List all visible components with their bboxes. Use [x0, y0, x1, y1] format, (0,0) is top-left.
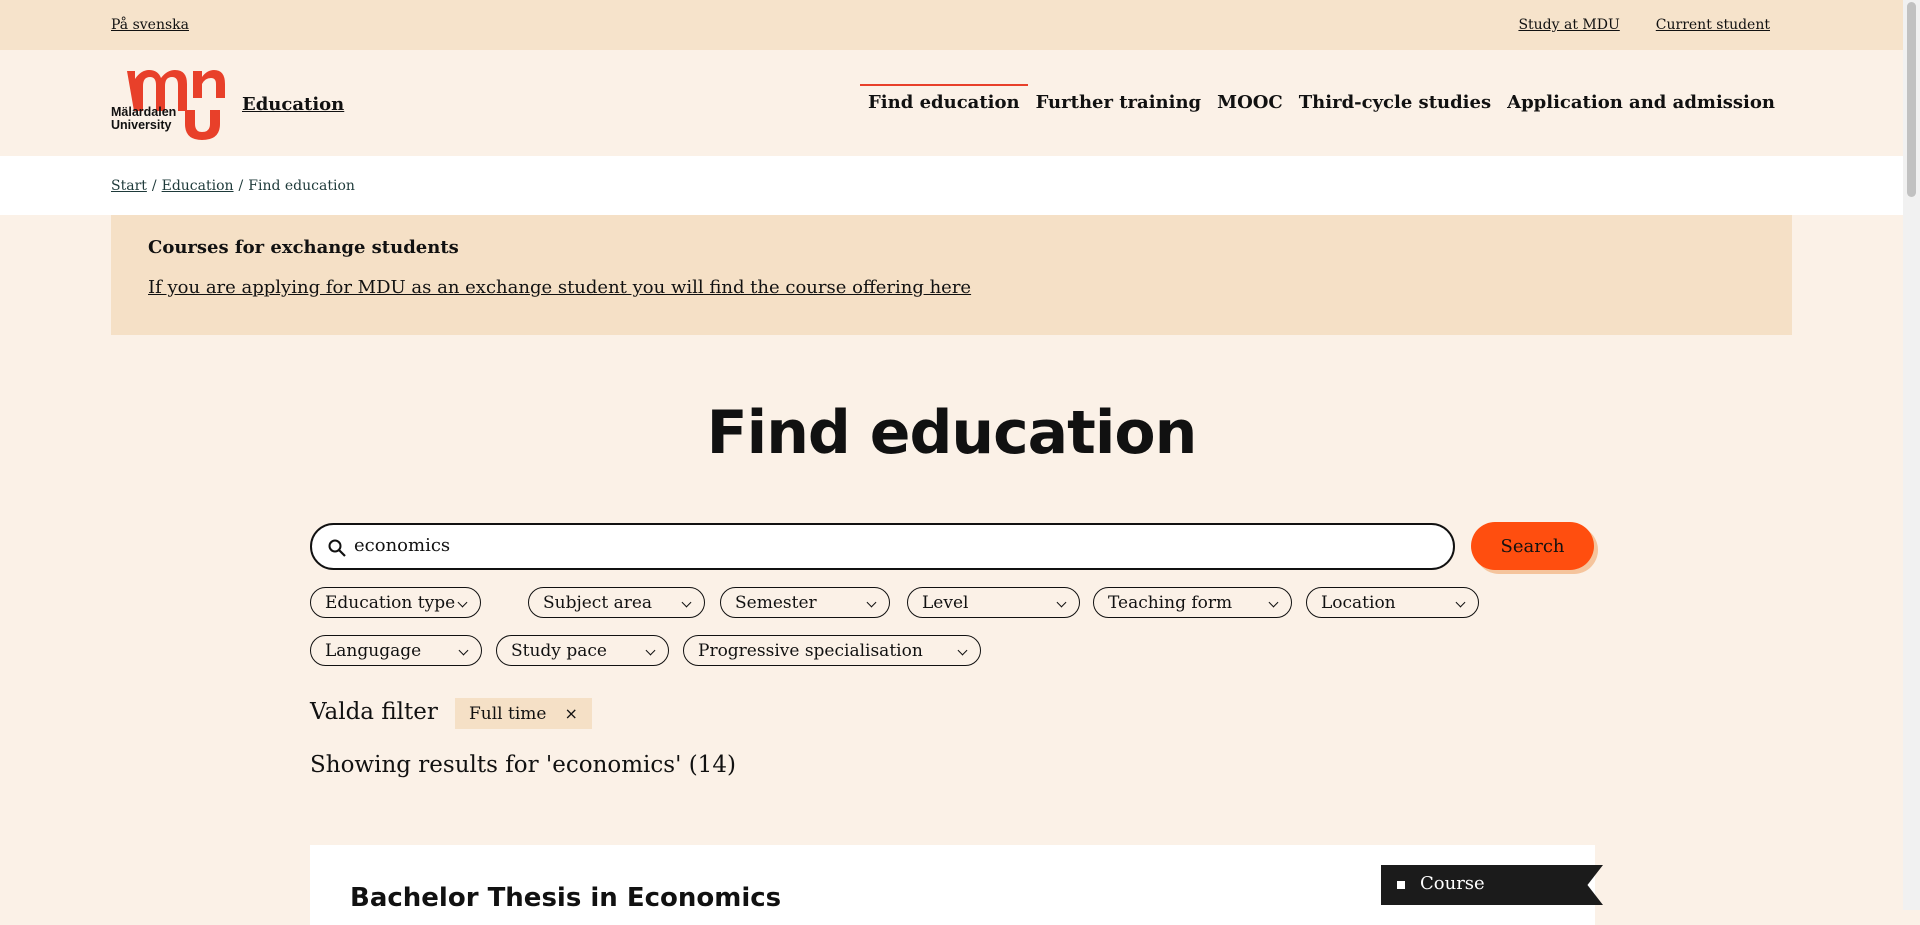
- result-type-badge: Course: [1381, 865, 1603, 905]
- nav-further-training[interactable]: Further training: [1028, 84, 1210, 120]
- filter-level[interactable]: Level: [907, 587, 1080, 618]
- search-input[interactable]: [354, 535, 1434, 556]
- chip-label: Full time: [469, 703, 547, 724]
- education-section-link[interactable]: Education: [242, 94, 344, 115]
- search-icon: [328, 539, 346, 557]
- study-at-mdu-link[interactable]: Study at MDU: [1518, 17, 1619, 33]
- language-switch-link[interactable]: På svenska: [111, 17, 189, 33]
- breadcrumb-current: Find education: [248, 178, 355, 194]
- selected-filters-label: Valda filter: [310, 699, 438, 725]
- filter-label: Progressive specialisation: [698, 640, 923, 661]
- chevron-down-icon: [866, 597, 877, 608]
- filter-subject-area[interactable]: Subject area: [528, 587, 705, 618]
- filter-label: Semester: [735, 592, 817, 613]
- logo-wordmark: Mälardalen University: [111, 105, 177, 132]
- filter-study-pace[interactable]: Study pace: [496, 635, 669, 666]
- utility-bar: På svenska Study at MDU Current student: [0, 0, 1903, 50]
- notice-title: Courses for exchange students: [148, 237, 459, 258]
- chevron-down-icon: [1056, 597, 1067, 608]
- exchange-notice: Courses for exchange students If you are…: [111, 215, 1792, 335]
- search-box[interactable]: [310, 523, 1455, 570]
- filter-semester[interactable]: Semester: [720, 587, 890, 618]
- filter-education-type[interactable]: Education type: [310, 587, 481, 618]
- filter-label: Teaching form: [1108, 592, 1233, 613]
- page-scrollbar[interactable]: [1903, 0, 1920, 910]
- breadcrumb-bar: Start / Education / Find education: [0, 156, 1903, 215]
- nav-find-education[interactable]: Find education: [860, 84, 1028, 120]
- result-title[interactable]: Bachelor Thesis in Economics: [350, 883, 781, 913]
- nav-third-cycle-studies[interactable]: Third-cycle studies: [1291, 84, 1499, 120]
- selected-filter-chip[interactable]: Full time ×: [455, 698, 592, 729]
- scrollbar-thumb[interactable]: [1907, 2, 1916, 197]
- chevron-down-icon: [957, 645, 968, 656]
- breadcrumb: Start / Education / Find education: [111, 178, 355, 194]
- filter-label: Langugage: [325, 640, 422, 661]
- filter-language[interactable]: Langugage: [310, 635, 482, 666]
- square-bullet-icon: [1397, 881, 1405, 889]
- filter-location[interactable]: Location: [1306, 587, 1479, 618]
- results-summary: Showing results for 'economics' (14): [310, 752, 736, 778]
- search-button[interactable]: Search: [1471, 522, 1594, 570]
- chevron-down-icon: [645, 645, 656, 656]
- filter-label: Level: [922, 592, 969, 613]
- exchange-courses-link[interactable]: If you are applying for MDU as an exchan…: [148, 277, 971, 298]
- filter-label: Subject area: [543, 592, 653, 613]
- nav-mooc[interactable]: MOOC: [1209, 84, 1291, 120]
- badge-label: Course: [1420, 873, 1485, 894]
- filter-progressive-specialisation[interactable]: Progressive specialisation: [683, 635, 981, 666]
- chevron-down-icon: [681, 597, 692, 608]
- current-student-link[interactable]: Current student: [1656, 17, 1770, 33]
- filter-label: Study pace: [511, 640, 607, 661]
- page-title: Find education: [706, 398, 1198, 468]
- chevron-down-icon: [458, 645, 469, 656]
- filter-label: Education type: [325, 592, 456, 613]
- chevron-down-icon: [1268, 597, 1279, 608]
- filter-teaching-form[interactable]: Teaching form: [1093, 587, 1292, 618]
- breadcrumb-separator: /: [238, 178, 244, 194]
- chevron-down-icon: [457, 597, 468, 608]
- breadcrumb-start[interactable]: Start: [111, 178, 147, 194]
- chevron-down-icon: [1455, 597, 1466, 608]
- utility-links: Study at MDU Current student: [1518, 17, 1770, 33]
- main-navigation: Find education Further training MOOC Thi…: [860, 84, 1783, 120]
- nav-application-and-admission[interactable]: Application and admission: [1499, 84, 1783, 120]
- breadcrumb-separator: /: [151, 178, 157, 194]
- site-header: Mälardalen University Education Find edu…: [0, 50, 1903, 156]
- close-icon[interactable]: ×: [564, 704, 577, 723]
- breadcrumb-education[interactable]: Education: [162, 178, 234, 194]
- filter-label: Location: [1321, 592, 1396, 613]
